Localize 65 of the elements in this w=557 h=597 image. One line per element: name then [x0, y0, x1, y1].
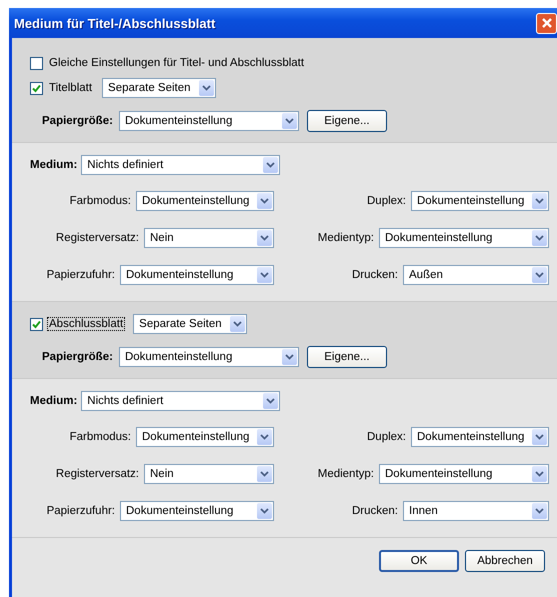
dropdown[interactable]: Dokumenteinstellung	[411, 427, 549, 447]
chevron-down-icon	[257, 267, 272, 283]
field-label: Drucken:	[352, 269, 398, 281]
dropdown[interactable]: Nein	[144, 228, 274, 248]
chevron-down-icon	[257, 429, 272, 445]
dropdown[interactable]: Dokumenteinstellung	[136, 427, 274, 447]
field-label: Medientyp:	[318, 232, 374, 244]
chevron-down-icon	[532, 466, 547, 482]
field-label: Papierzufuhr:	[46, 505, 115, 517]
field-label: Farbmodus:	[70, 195, 131, 207]
field-label: Registerversatz:	[56, 468, 139, 480]
checkbox[interactable]	[30, 56, 43, 70]
checkbox-label: Abschlussblatt	[47, 317, 126, 331]
dropdown[interactable]: Außen	[403, 265, 549, 285]
dropdown[interactable]: Dokumenteinstellung	[118, 347, 299, 367]
checkbox[interactable]	[30, 318, 43, 330]
dropdown[interactable]: Dokumenteinstellung	[120, 265, 274, 285]
dropdown[interactable]: Dokumenteinstellung	[379, 464, 549, 484]
chevron-down-icon	[257, 503, 272, 519]
chevron-down-icon	[257, 466, 272, 482]
chevron-down-icon	[282, 349, 297, 365]
field-label: Farbmodus:	[70, 431, 131, 443]
close-icon	[540, 16, 554, 30]
field-label: Duplex:	[367, 195, 406, 207]
dropdown[interactable]: Separate Seiten	[133, 314, 248, 334]
dropdown[interactable]: Nichts definiert	[81, 391, 280, 411]
checkbox-label: Titelblatt	[48, 81, 94, 95]
field-label: Papiergröße:	[42, 115, 113, 127]
field-label: Papiergröße:	[42, 351, 113, 363]
chevron-down-icon	[532, 429, 547, 445]
chevron-down-icon	[199, 80, 214, 96]
chevron-down-icon	[263, 393, 278, 409]
field-label: Papierzufuhr:	[46, 269, 115, 281]
window-title: Medium für Titel-/Abschlussblatt	[14, 16, 216, 30]
field-label: Drucken:	[352, 505, 398, 517]
chevron-down-icon	[532, 267, 547, 283]
dropdown[interactable]: Innen	[403, 501, 549, 521]
dropdown[interactable]: Dokumenteinstellung	[136, 191, 274, 211]
field-label: Medium:	[30, 159, 78, 171]
dropdown[interactable]: Nein	[144, 464, 274, 484]
field-label: Medium:	[30, 395, 78, 407]
chevron-down-icon	[257, 230, 272, 246]
dropdown[interactable]: Dokumenteinstellung	[379, 228, 549, 248]
dialog-button[interactable]: OK	[379, 550, 459, 572]
dropdown[interactable]: Dokumenteinstellung	[120, 501, 274, 521]
close-button[interactable]	[536, 12, 557, 34]
dropdown[interactable]: Nichts definiert	[81, 155, 280, 175]
chevron-down-icon	[263, 157, 278, 173]
chevron-down-icon	[230, 316, 246, 332]
checkbox-label: Gleiche Einstellungen für Titel- und Abschlussblatt	[48, 56, 306, 70]
field-label: Duplex:	[367, 431, 406, 443]
custom-button[interactable]: Eigene...	[306, 346, 387, 368]
dropdown[interactable]: Dokumenteinstellung	[118, 111, 299, 131]
chevron-down-icon	[282, 113, 297, 129]
chevron-down-icon	[532, 230, 547, 246]
field-label: Registerversatz:	[56, 232, 139, 244]
checkbox[interactable]	[30, 82, 43, 94]
chevron-down-icon	[532, 503, 547, 519]
chevron-down-icon	[532, 193, 547, 209]
dropdown[interactable]: Separate Seiten	[102, 78, 216, 98]
chevron-down-icon	[257, 193, 272, 209]
dialog-button[interactable]: Abbrechen	[465, 550, 545, 572]
custom-button[interactable]: Eigene...	[306, 110, 387, 132]
dropdown[interactable]: Dokumenteinstellung	[411, 191, 549, 211]
field-label: Medientyp:	[318, 468, 374, 480]
